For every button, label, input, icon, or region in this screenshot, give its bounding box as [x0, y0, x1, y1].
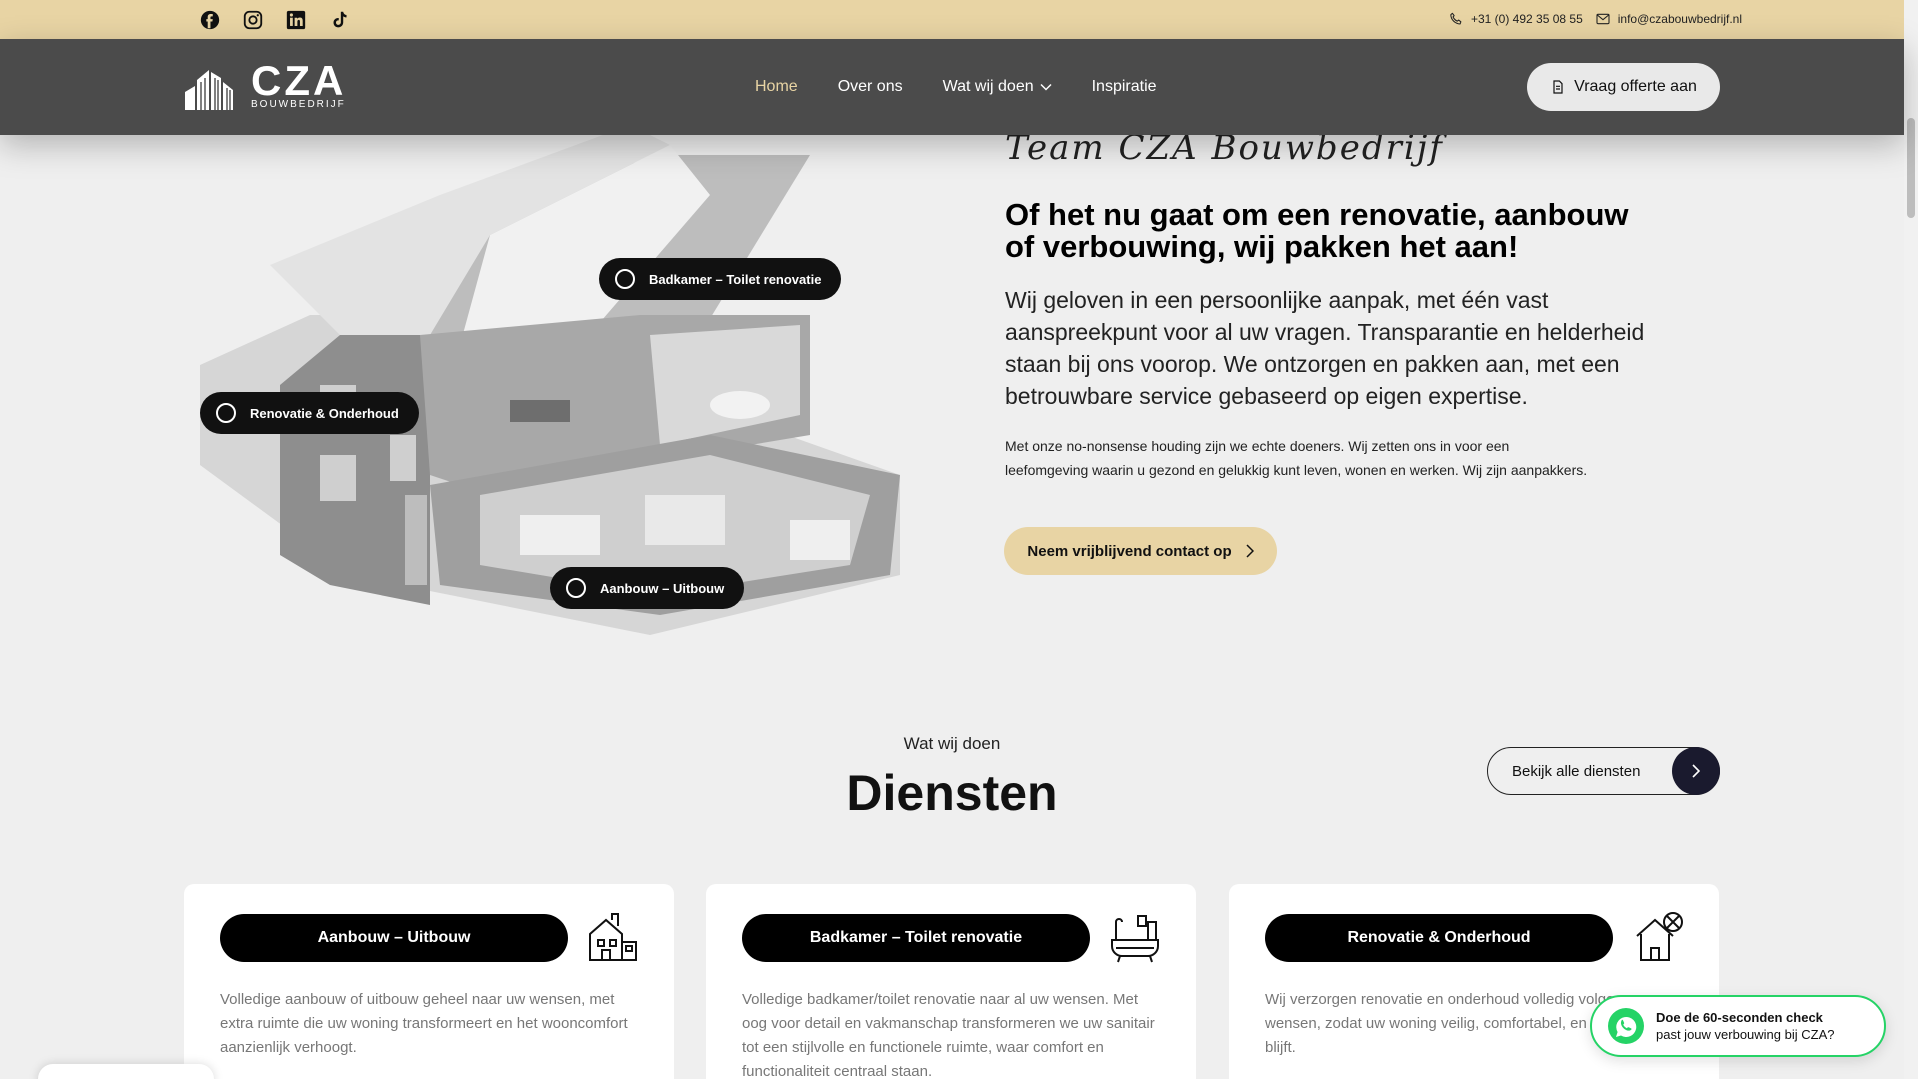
phone-icon — [1450, 12, 1462, 25]
email-link[interactable]: info@czabouwbedrijf.nl — [1595, 11, 1742, 27]
scrollbar-thumb[interactable] — [1907, 118, 1915, 218]
site-logo[interactable]: CZA BOUWBEDRIJF — [183, 57, 347, 110]
all-services-label: Bekijk alle diensten — [1512, 762, 1641, 780]
house-cutaway-illustration — [200, 135, 900, 635]
hero-title: Of het nu gaat om een renovatie, aanbouw… — [1005, 197, 1629, 264]
hotspot-renovation[interactable]: Renovatie & Onderhoud — [200, 392, 419, 434]
logo-subtitle: BOUWBEDRIJF — [251, 99, 346, 110]
service-card-title[interactable]: Aanbouw – Uitbouw — [220, 914, 568, 962]
scrollbar[interactable] — [1904, 0, 1918, 1079]
nav-item-inspiratie[interactable]: Inspiratie — [1092, 78, 1157, 96]
all-services-button[interactable]: Bekijk alle diensten — [1487, 747, 1720, 795]
service-card-description: Volledige badkamer/toilet renovatie naar… — [742, 991, 1155, 1079]
bathtub-icon — [1111, 915, 1159, 963]
contact-button-label: Neem vrijblijvend contact op — [1027, 542, 1232, 560]
hotspot-ring-icon — [566, 578, 586, 598]
social-links — [199, 9, 350, 31]
service-card-title[interactable]: Renovatie & Onderhoud — [1265, 914, 1613, 962]
cookie-widget-tab[interactable] — [38, 1064, 214, 1079]
building-logo-icon — [185, 70, 233, 110]
hotspot-ring-icon — [615, 269, 635, 289]
hotspot-label: Renovatie & Onderhoud — [250, 405, 399, 421]
nav-item-label: Wat wij doen — [942, 78, 1034, 95]
whatsapp-check-widget[interactable]: Doe de 60-seconden check past jouw verbo… — [1590, 995, 1886, 1057]
hotspot-ring-icon — [216, 403, 236, 423]
nav-item-over-ons[interactable]: Over ons — [838, 78, 903, 96]
phone-link[interactable]: +31 (0) 492 35 08 55 — [1448, 11, 1583, 27]
house-extension-icon — [589, 913, 637, 961]
whatsapp-line-2: past jouw verbouwing bij CZA? — [1656, 1027, 1835, 1042]
contact-button[interactable]: Neem vrijblijvend contact op — [1004, 527, 1277, 575]
hotspot-label: Badkamer – Toilet renovatie — [649, 271, 822, 287]
service-card[interactable]: Badkamer – Toilet renovatie Volledige ba… — [706, 884, 1196, 1079]
facebook-icon[interactable] — [199, 9, 221, 31]
hero-lead: Wij geloven in een persoonlijke aanpak, … — [1005, 287, 1645, 409]
house-tools-icon — [1636, 912, 1683, 961]
main-navigation: CZA BOUWBEDRIJF Home Over ons Wat wij do… — [0, 39, 1904, 135]
request-quote-button[interactable]: Vraag offerte aan — [1527, 63, 1720, 111]
hotspot-extension[interactable]: Aanbouw – Uitbouw — [550, 567, 745, 609]
top-bar: +31 (0) 492 35 08 55 info@czabouwbedrijf… — [0, 0, 1904, 39]
contact-info: +31 (0) 492 35 08 55 info@czabouwbedrijf… — [1448, 11, 1742, 27]
request-quote-label: Vraag offerte aan — [1574, 78, 1697, 95]
whatsapp-icon — [1608, 1008, 1644, 1044]
document-icon — [1553, 80, 1563, 94]
tiktok-icon[interactable] — [328, 9, 350, 31]
nav-menu: Home Over ons Wat wij doen Inspiratie — [755, 78, 1157, 96]
linkedin-icon[interactable] — [285, 9, 307, 31]
logo-name: CZA — [251, 57, 347, 104]
nav-item-home[interactable]: Home — [755, 78, 798, 96]
service-card[interactable]: Aanbouw – Uitbouw Volledige aanbouw of u… — [184, 884, 674, 1079]
arrow-right-icon — [1672, 747, 1720, 795]
hotspot-bathroom[interactable]: Badkamer – Toilet renovatie — [599, 258, 842, 300]
phone-number: +31 (0) 492 35 08 55 — [1470, 12, 1583, 26]
service-card-description: Volledige aanbouw of uitbouw geheel naar… — [220, 991, 628, 1056]
hero-body: Met onze no-nonsense houding zijn we ech… — [1005, 438, 1588, 478]
whatsapp-line-1: Doe de 60-seconden check — [1656, 1010, 1823, 1025]
email-address: info@czabouwbedrijf.nl — [1617, 12, 1742, 26]
nav-item-wat-wij-doen[interactable]: Wat wij doen — [943, 78, 1052, 96]
chevron-down-icon — [1040, 83, 1052, 91]
service-card-title[interactable]: Badkamer – Toilet renovatie — [742, 914, 1090, 962]
hotspot-label: Aanbouw – Uitbouw — [600, 580, 725, 596]
mail-icon — [1596, 13, 1610, 25]
instagram-icon[interactable] — [242, 9, 264, 31]
chevron-right-icon — [1246, 544, 1254, 558]
